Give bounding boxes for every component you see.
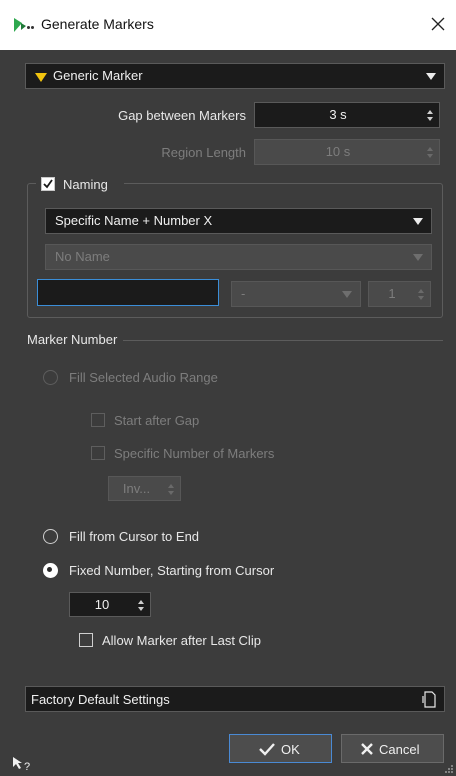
name-select[interactable]: No Name — [45, 244, 432, 270]
start-number-value: 1 — [388, 286, 396, 301]
fill-range-label: Fill Selected Audio Range — [69, 370, 218, 385]
specific-number-checkbox[interactable] — [91, 446, 105, 460]
help-cursor-icon[interactable]: ? — [12, 756, 36, 772]
stepper-up-icon[interactable] — [138, 600, 144, 604]
stepper-down-icon[interactable] — [427, 154, 433, 158]
title-bar: Generate Markers — [0, 0, 456, 50]
fixed-number-value: 10 — [94, 597, 110, 612]
app-logo-icon — [14, 18, 34, 32]
fixed-number-stepper[interactable]: 10 — [69, 592, 151, 617]
chevron-down-icon — [342, 291, 352, 298]
start-number-stepper[interactable]: 1 — [368, 281, 431, 307]
stepper-down-icon[interactable] — [418, 296, 424, 300]
stepper-down-icon[interactable] — [168, 491, 174, 495]
ok-label: OK — [281, 742, 300, 757]
naming-checkbox[interactable] — [41, 177, 55, 191]
preset-bar[interactable]: Factory Default Settings — [25, 686, 445, 712]
fill-range-radio[interactable] — [43, 370, 58, 385]
chevron-down-icon — [426, 73, 436, 80]
inv-stepper[interactable]: Inv... — [108, 476, 181, 501]
resize-grip-icon[interactable] — [444, 764, 454, 774]
stepper-down-icon[interactable] — [427, 117, 433, 121]
naming-label: Naming — [63, 177, 108, 192]
stepper-up-icon[interactable] — [418, 289, 424, 293]
chevron-down-icon — [413, 218, 423, 225]
region-length-label: Region Length — [161, 145, 246, 160]
inv-value: Inv... — [122, 481, 151, 496]
allow-after-last-checkbox[interactable] — [79, 633, 93, 647]
marker-number-heading: Marker Number — [27, 332, 118, 347]
stepper-up-icon[interactable] — [427, 147, 433, 151]
start-after-gap-label: Start after Gap — [114, 413, 200, 428]
stepper-up-icon[interactable] — [168, 484, 174, 488]
svg-text:?: ? — [24, 761, 30, 772]
window-title: Generate Markers — [41, 16, 154, 32]
marker-type-value: Generic Marker — [53, 68, 143, 83]
checkmark-icon — [259, 743, 275, 756]
specific-number-label: Specific Number of Markers — [114, 446, 275, 461]
gap-label: Gap between Markers — [118, 108, 246, 123]
marker-number-divider — [123, 340, 443, 341]
preset-menu-icon[interactable] — [422, 691, 436, 708]
cancel-button[interactable]: Cancel — [341, 734, 444, 763]
checkmark-icon — [43, 179, 53, 189]
x-icon — [361, 743, 373, 755]
fixed-number-label: Fixed Number, Starting from Cursor — [69, 563, 275, 578]
fill-cursor-radio[interactable] — [43, 529, 58, 544]
close-icon[interactable] — [426, 12, 450, 36]
gap-value: 3 s — [329, 107, 347, 122]
gap-stepper[interactable]: 3 s — [254, 102, 440, 128]
cancel-label: Cancel — [379, 742, 420, 757]
fixed-number-radio[interactable] — [43, 563, 58, 578]
name-input[interactable] — [37, 279, 219, 306]
allow-after-last-label: Allow Marker after Last Clip — [102, 633, 261, 648]
stepper-up-icon[interactable] — [427, 110, 433, 114]
name-select-value: No Name — [55, 249, 110, 264]
fill-cursor-label: Fill from Cursor to End — [69, 529, 200, 544]
ok-button[interactable]: OK — [229, 734, 332, 763]
preset-label: Factory Default Settings — [31, 692, 170, 707]
chevron-down-icon — [413, 254, 423, 261]
stepper-down-icon[interactable] — [138, 607, 144, 611]
naming-scheme-value: Specific Name + Number X — [55, 213, 213, 228]
yellow-triangle-icon — [35, 73, 47, 82]
region-length-stepper[interactable]: 10 s — [254, 139, 440, 165]
naming-scheme-select[interactable]: Specific Name + Number X — [45, 208, 432, 234]
separator-value: - — [241, 286, 246, 301]
region-length-value: 10 s — [325, 144, 351, 159]
separator-select[interactable]: - — [231, 281, 361, 307]
start-after-gap-checkbox[interactable] — [91, 413, 105, 427]
marker-type-select[interactable]: Generic Marker — [25, 63, 445, 89]
